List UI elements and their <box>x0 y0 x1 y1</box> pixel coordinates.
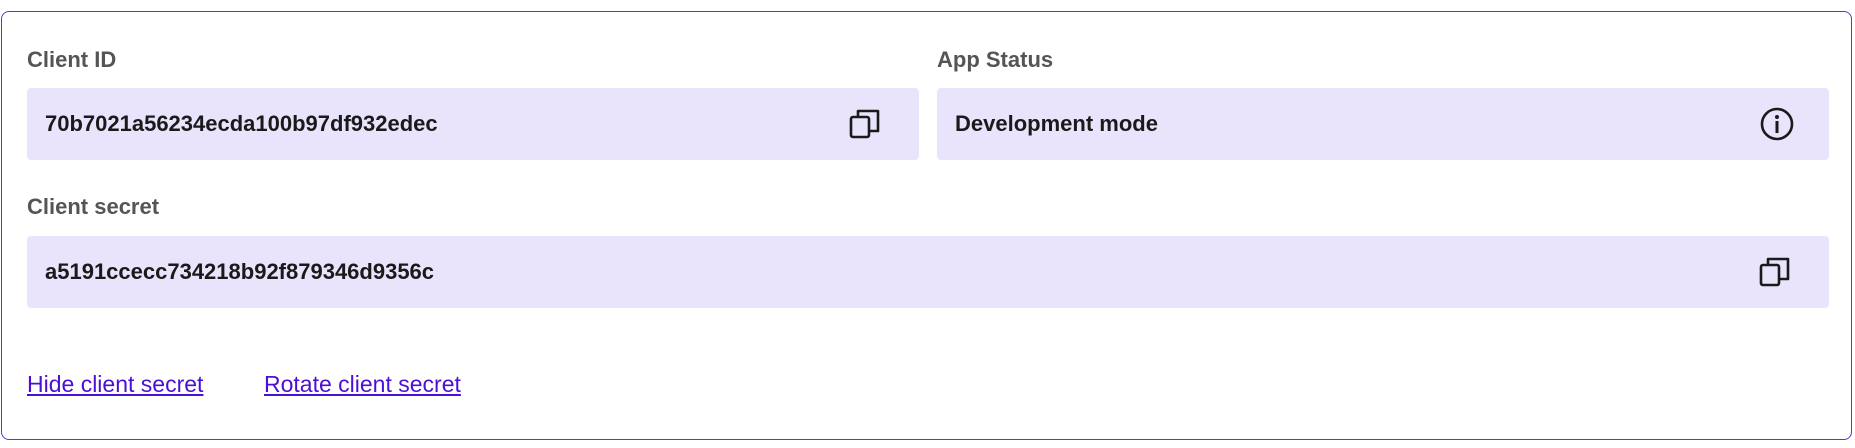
app-status-label: App Status <box>937 47 1054 72</box>
copy-icon <box>1759 257 1790 287</box>
client-id-field: 70b7021a56234ecda100b97df932edec <box>27 88 919 160</box>
app-status-value: Development mode <box>955 111 1158 136</box>
copy-client-secret-button[interactable] <box>1757 254 1793 290</box>
copy-client-id-button[interactable] <box>847 106 883 142</box>
hide-client-secret-link[interactable]: Hide client secret <box>27 371 203 398</box>
client-secret-field: a5191ccecc734218b92f879346d9356c <box>27 236 1829 308</box>
app-credentials-card: Client ID 70b7021a56234ecda100b97df932ed… <box>1 11 1852 440</box>
rotate-client-secret-link[interactable]: Rotate client secret <box>264 371 461 398</box>
client-id-label: Client ID <box>27 47 117 72</box>
client-secret-value: a5191ccecc734218b92f879346d9356c <box>45 259 435 284</box>
app-status-field: Development mode <box>937 88 1829 160</box>
client-secret-label: Client secret <box>27 194 160 219</box>
client-id-value: 70b7021a56234ecda100b97df932edec <box>45 111 438 136</box>
app-status-info-button[interactable] <box>1759 106 1795 142</box>
copy-icon <box>849 109 880 139</box>
info-icon <box>1760 107 1794 141</box>
